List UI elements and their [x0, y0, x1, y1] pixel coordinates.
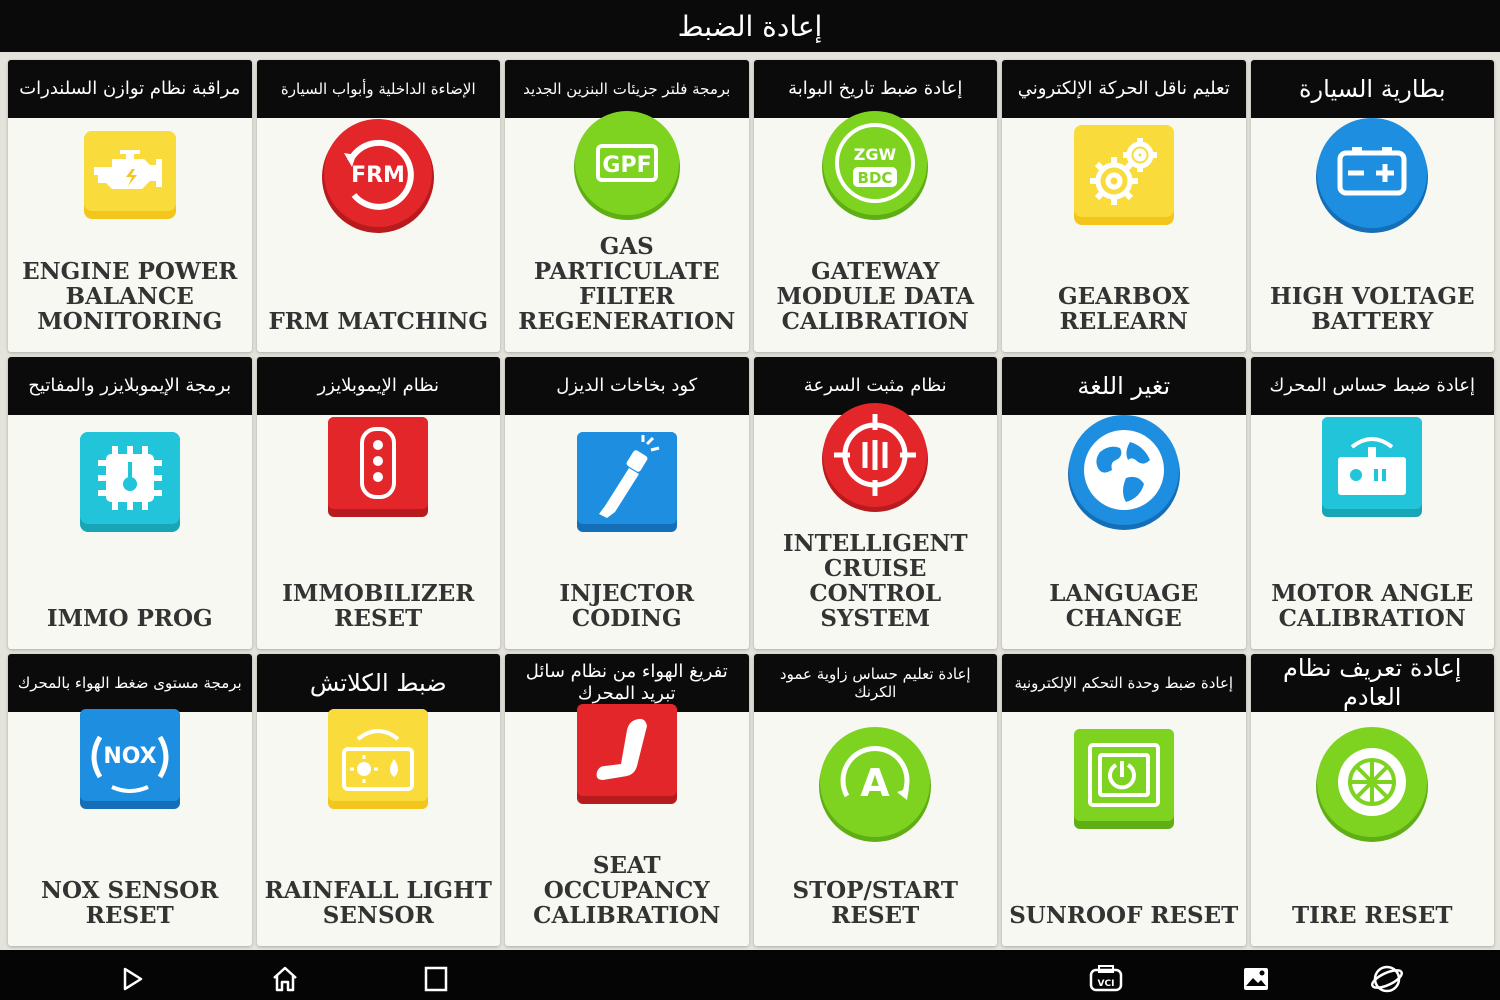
- tile-tire-reset[interactable]: إعادة تعريف نظام العادم TIRE RESET: [1250, 654, 1494, 946]
- tile-arabic-title: كود بخاخات الديزل: [505, 357, 749, 415]
- nox-icon-text: NOX: [103, 744, 156, 769]
- tile-engine-power-balance[interactable]: مراقبة نظام توازن السلندرات ENGINE POWER…: [8, 60, 252, 352]
- tile-arabic-title: بطارية السيارة: [1250, 60, 1494, 118]
- tile-arabic-title: برمجة الإيموبلايزر والمفاتيح: [8, 357, 252, 415]
- gateway-icon: ZGW BDC: [815, 105, 935, 225]
- tile-immobilizer-reset[interactable]: نظام الإيموبلايزر IMMOBILIZER RESET: [256, 357, 500, 649]
- title-bar: إعادة الضبط: [0, 0, 1500, 52]
- tile-arabic-title: إعادة تعليم حساس زاوية عمود الكرنك: [753, 654, 997, 712]
- tile-label: IMMOBILIZER RESET: [282, 580, 475, 632]
- tile-label: MOTOR ANGLE CALIBRATION: [1271, 580, 1474, 632]
- tile-stop-start-reset[interactable]: إعادة تعليم حساس زاوية عمود الكرنك A STO…: [753, 654, 997, 946]
- rain-light-sensor-icon: [318, 699, 438, 819]
- tile-arabic-title: تعليم ناقل الحركة الإلكتروني: [1002, 60, 1246, 118]
- browser-icon[interactable]: [1370, 964, 1404, 994]
- motor-angle-icon: [1312, 407, 1432, 527]
- tile-seat-occupancy-calibration[interactable]: تفريغ الهواء من نظام سائل تبريد المحرك S…: [505, 654, 749, 946]
- engine-icon: [70, 115, 190, 235]
- tile-label: SUNROOF RESET: [1009, 902, 1239, 929]
- function-grid: مراقبة نظام توازن السلندرات ENGINE POWER…: [8, 60, 1494, 946]
- sunroof-icon: [1064, 719, 1184, 839]
- tile-label: STOP/START RESET: [792, 877, 959, 929]
- gateway-icon-text-1: ZGW: [854, 145, 897, 164]
- auto-stop-start-icon: A: [815, 724, 935, 844]
- seat-icon: [567, 694, 687, 814]
- tile-gas-particulate-filter[interactable]: برمجة فلتر جزيئات البنزين الجديد GPF GAS…: [505, 60, 749, 352]
- tile-label: LANGUAGE CHANGE: [1049, 580, 1199, 632]
- tile-label: NOX SENSOR RESET: [41, 877, 219, 929]
- tile-arabic-title: مراقبة نظام توازن السلندرات: [8, 60, 252, 118]
- gears-icon: [1064, 115, 1184, 235]
- tile-label: RAINFALL LIGHT SENSOR: [264, 877, 492, 929]
- tile-intelligent-cruise-control[interactable]: نظام مثبت السرعة INTELLIGENT CRUISE CONT…: [753, 357, 997, 649]
- vci-icon-text: VCI: [1098, 979, 1115, 989]
- tile-label: GATEWAY MODULE DATA CALIBRATION: [776, 258, 974, 335]
- tile-arabic-title: إعادة تعريف نظام العادم: [1250, 654, 1494, 712]
- tile-gearbox-relearn[interactable]: تعليم ناقل الحركة الإلكتروني GEARBOX REL…: [1002, 60, 1246, 352]
- key-fob-icon: [318, 407, 438, 527]
- gpf-icon-text: GPF: [602, 153, 651, 178]
- tile-arabic-title: تغير اللغة: [1002, 357, 1246, 415]
- tile-high-voltage-battery[interactable]: بطارية السيارة HIGH VOLTAGE BATTERY: [1250, 60, 1494, 352]
- navigation-bar: [0, 950, 1500, 1000]
- battery-icon: [1312, 115, 1432, 235]
- tile-label: TIRE RESET: [1292, 902, 1453, 929]
- tile-sunroof-reset[interactable]: إعادة ضبط وحدة التحكم الإلكترونية SUNROO…: [1002, 654, 1246, 946]
- frm-icon-text: FRM: [351, 163, 405, 188]
- back-icon[interactable]: [118, 964, 148, 994]
- tile-gateway-module[interactable]: إعادة ضبط تاريخ البوابة ZGW BDC GATEWAY …: [753, 60, 997, 352]
- tile-label: ENGINE POWER BALANCE MONITORING: [22, 258, 238, 335]
- tile-label: HIGH VOLTAGE BATTERY: [1269, 283, 1475, 335]
- tile-label: IMMO PROG: [46, 605, 213, 632]
- tile-arabic-title: الإضاءة الداخلية وأبواب السيارة: [256, 60, 500, 118]
- cruise-control-icon: [815, 397, 935, 517]
- tile-label: GEARBOX RELEARN: [1058, 283, 1190, 335]
- page-title: إعادة الضبط: [677, 9, 823, 43]
- tile-language-change[interactable]: تغير اللغة LANGUAGE CHANGE: [1002, 357, 1246, 649]
- home-icon[interactable]: [270, 964, 300, 994]
- globe-icon: [1064, 412, 1184, 532]
- tile-nox-sensor-reset[interactable]: برمجة مستوى ضغط الهواء بالمحرك NOX NOX S…: [8, 654, 252, 946]
- injector-icon: [567, 422, 687, 542]
- tile-label: SEAT OCCUPANCY CALIBRATION: [533, 852, 721, 929]
- tile-label: INJECTOR CODING: [559, 580, 695, 632]
- tile-rainfall-light-sensor[interactable]: ضبط الكلاتش RAINFALL LIGHT SENSOR: [256, 654, 500, 946]
- gpf-icon: GPF: [567, 105, 687, 225]
- tile-frm-matching[interactable]: الإضاءة الداخلية وأبواب السيارة FRM FRM …: [256, 60, 500, 352]
- tile-arabic-title: إعادة ضبط وحدة التحكم الإلكترونية: [1002, 654, 1246, 712]
- tile-label: INTELLIGENT CRUISE CONTROL SYSTEM: [782, 530, 968, 632]
- tile-injector-coding[interactable]: كود بخاخات الديزل INJECTOR CODING: [505, 357, 749, 649]
- frm-icon: FRM: [318, 115, 438, 235]
- recent-apps-icon[interactable]: [421, 964, 451, 994]
- stop-start-icon-text: A: [861, 761, 891, 805]
- tile-label: GAS PARTICULATE FILTER REGENERATION: [518, 233, 736, 335]
- chip-key-icon: [70, 422, 190, 542]
- tire-icon: [1312, 724, 1432, 844]
- screenshot-icon[interactable]: [1241, 964, 1271, 994]
- tile-label: FRM MATCHING: [268, 308, 489, 335]
- vci-icon[interactable]: VCI: [1088, 964, 1124, 994]
- tile-immo-prog[interactable]: برمجة الإيموبلايزر والمفاتيح IMMO PROG: [8, 357, 252, 649]
- gateway-icon-text-2: BDC: [858, 169, 893, 187]
- tile-motor-angle-calibration[interactable]: إعادة ضبط حساس المحرك MOTOR ANGLE CALIBR…: [1250, 357, 1494, 649]
- nox-icon: NOX: [70, 699, 190, 819]
